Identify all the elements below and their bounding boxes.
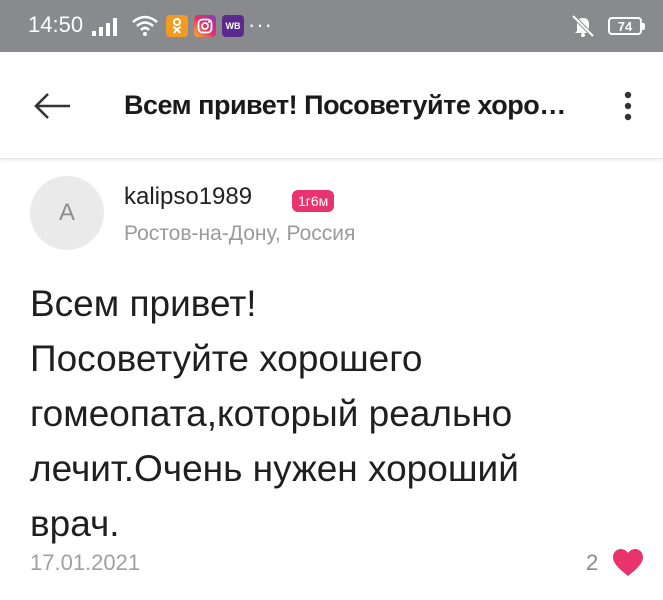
mute-icon (571, 14, 595, 38)
post-text-line: врач. (30, 503, 120, 544)
wifi-icon (132, 15, 158, 36)
status-time: 14:50 (28, 12, 84, 37)
post-text-line: Посоветуйте хорошего (30, 338, 423, 379)
post-text-line: Всем привет! (30, 283, 257, 324)
page-title: Всем привет! Посоветуйте хорошего гомеоп… (124, 90, 584, 120)
arrow-left-icon (34, 93, 70, 119)
more-options-button[interactable] (614, 88, 642, 124)
like-count: 2 (586, 550, 599, 575)
battery-icon: 74 (608, 17, 645, 35)
heart-icon[interactable] (612, 548, 644, 578)
instagram-icon (194, 15, 216, 37)
ok-app-icon (166, 15, 188, 37)
post-text-line: лечит.Очень нужен хороший (30, 448, 519, 489)
more-vertical-icon (624, 91, 632, 121)
status-bar: 14:50 WB ··· 74 (0, 0, 663, 52)
back-button[interactable] (28, 85, 76, 127)
app-bar: Всем привет! Посоветуйте хорошего гомеоп… (0, 52, 663, 159)
author-location: Ростов-на-Дону, Россия (124, 222, 356, 245)
post-body: Всем привет! Посоветуйте хорошего гомеоп… (30, 276, 640, 551)
author-username[interactable]: kalipso1989 (124, 183, 252, 211)
avatar[interactable]: A (30, 176, 104, 250)
age-badge: 1г6м (292, 190, 335, 212)
more-notifications-icon: ··· (248, 12, 273, 37)
post-date: 17.01.2021 (30, 550, 141, 575)
post-text-line: гомеопата,который реально (30, 393, 513, 434)
signal-icon (92, 18, 117, 36)
wildberries-icon: WB (222, 15, 244, 37)
